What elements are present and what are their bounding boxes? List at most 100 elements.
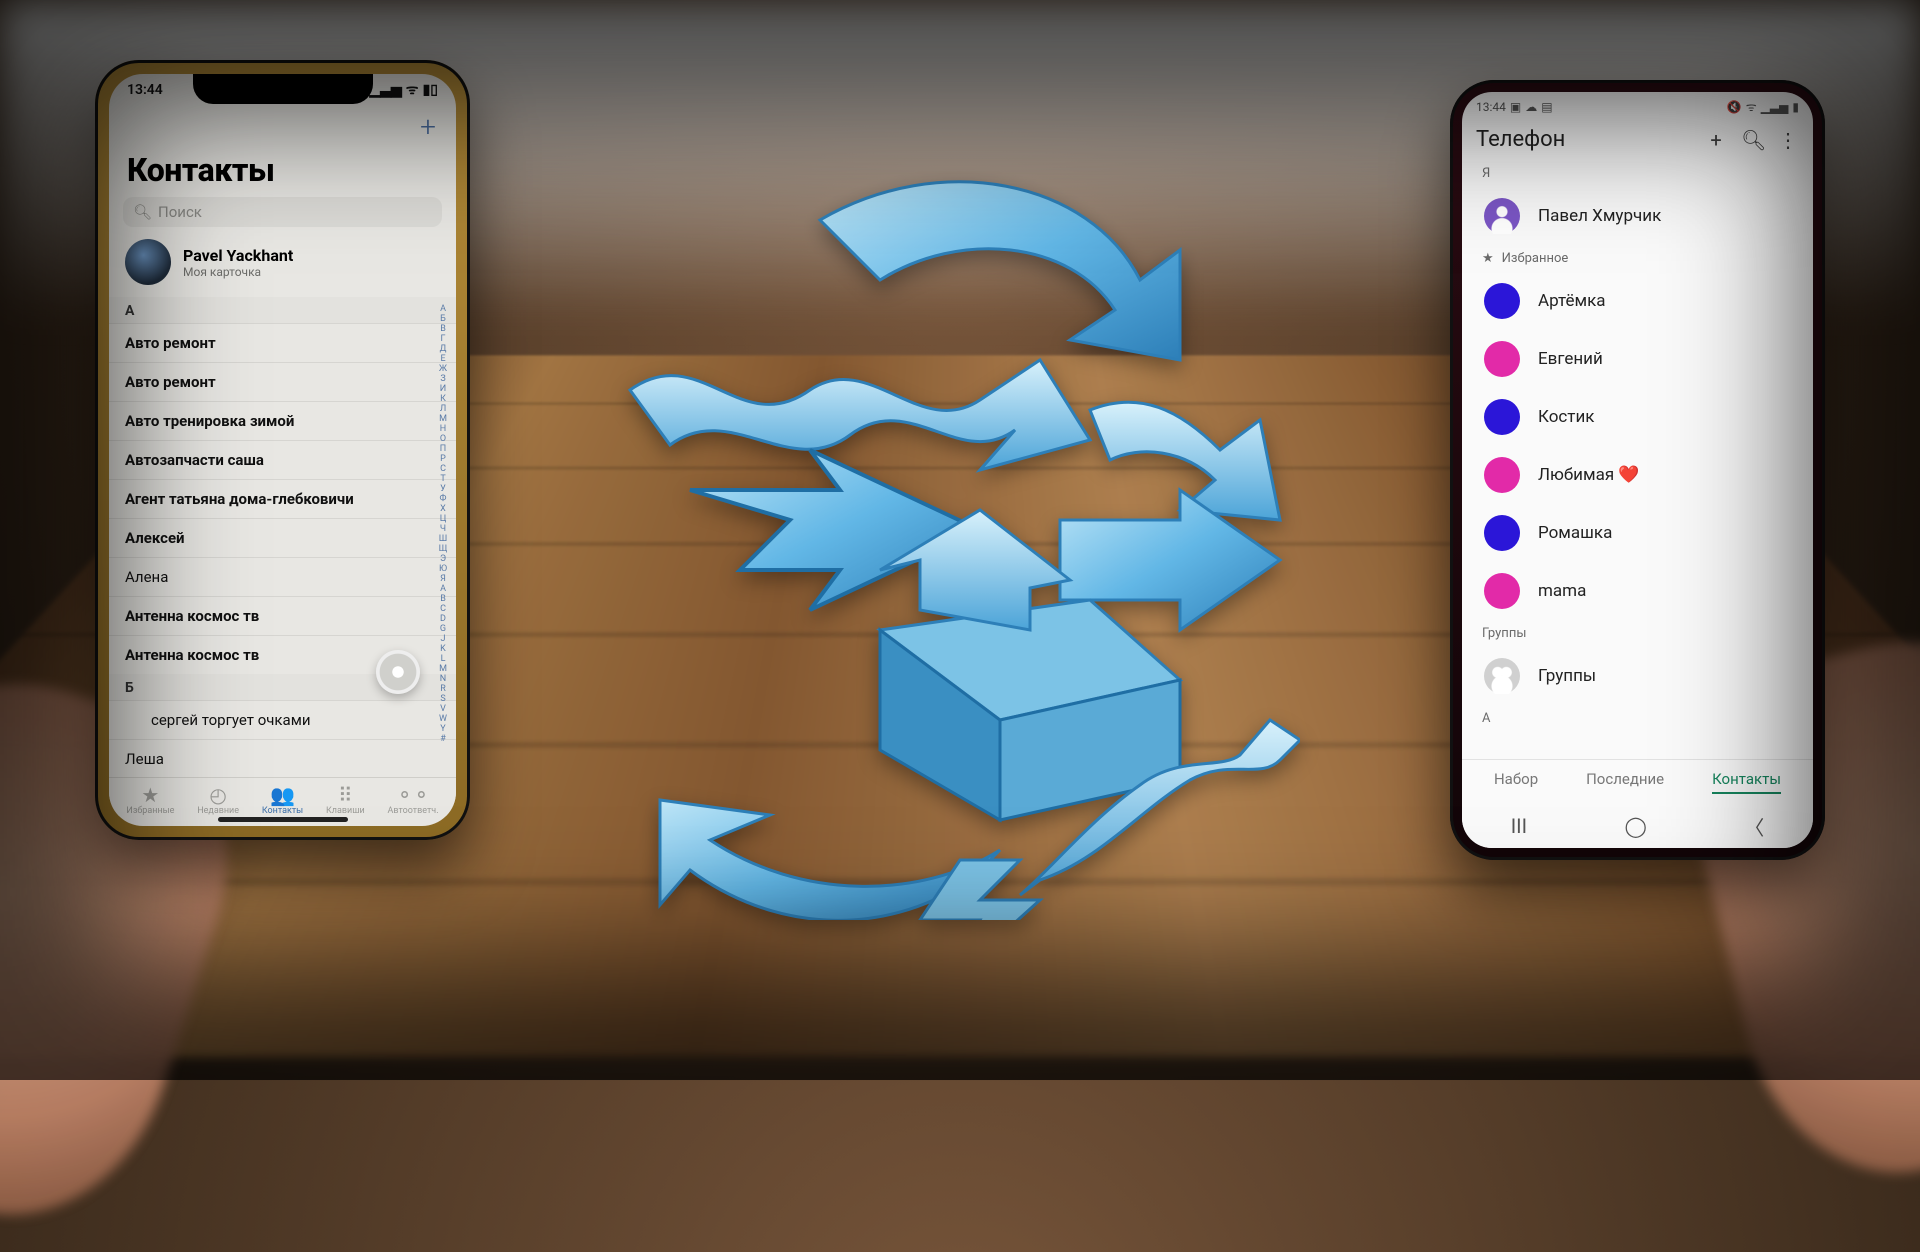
index-letter[interactable]: Э xyxy=(436,554,450,564)
add-contact-button[interactable]: + xyxy=(420,110,436,143)
index-letter[interactable]: Ч xyxy=(436,524,450,534)
tab-Автоответч.[interactable]: ⚬⚬Автоответч. xyxy=(388,784,439,816)
contact-row[interactable]: Алена xyxy=(109,557,456,596)
iphone-search-placeholder: Поиск xyxy=(158,203,202,221)
iphone-device: 13:44 ▁▃▅ ᯤ ▮▯ + Контакты 🔍︎ Поиск Pavel… xyxy=(95,60,470,840)
alphabet-index[interactable]: АБВГДЕЖЗИКЛМНОПРСТУФХЦЧШЩЭЮЯABCDGJKLMNRS… xyxy=(436,304,450,726)
recents-nav[interactable]: III xyxy=(1511,814,1527,838)
index-letter[interactable]: Щ xyxy=(436,544,450,554)
tab-Избранные[interactable]: ★Избранные xyxy=(126,784,174,816)
iphone-bottom-tabs: ★Избранные ◴Недавние 👥Контакты ⠿Клавиши ⚬⚬Ав… xyxy=(109,777,456,816)
iphone-home-indicator[interactable] xyxy=(218,817,348,822)
section-favorites: ★ Избранное xyxy=(1462,245,1813,272)
signal-icon: ▁▃▅ xyxy=(369,82,401,98)
index-letter[interactable]: А xyxy=(436,304,450,314)
index-letter[interactable]: Т xyxy=(436,474,450,484)
favorite-contact[interactable]: Костик xyxy=(1462,388,1813,446)
iphone-search-field[interactable]: 🔍︎ Поиск xyxy=(123,197,442,227)
contact-row[interactable]: сергей торгует очками xyxy=(109,700,456,739)
avatar xyxy=(125,239,171,285)
bottom-tab-Набор[interactable]: Набор xyxy=(1494,770,1538,794)
battery-icon: ▮▯ xyxy=(423,82,438,98)
index-letter[interactable]: О xyxy=(436,434,450,444)
tab-label: Автоответч. xyxy=(388,806,439,816)
iphone-page-title: Контакты xyxy=(109,99,456,197)
index-letter[interactable]: Я xyxy=(436,574,450,584)
index-letter[interactable]: L xyxy=(436,654,450,664)
tab-Недавние[interactable]: ◴Недавние xyxy=(197,784,239,816)
index-letter[interactable]: Б xyxy=(436,314,450,324)
back-nav[interactable]: 〈 xyxy=(1744,812,1764,841)
android-my-profile[interactable]: Павел Хмурчик xyxy=(1462,187,1813,245)
contact-row[interactable]: Агент татьяна дома-глебковичи xyxy=(109,479,456,518)
android-device: 13:44 ▣ ☁ ▤ 🔇 ᯤ ▁▃▅ ▮ Телефон + 🔍︎ ⋮ Я П… xyxy=(1450,80,1825,860)
tab-Клавиши[interactable]: ⠿Клавиши xyxy=(326,784,365,816)
index-letter[interactable]: Х xyxy=(436,504,450,514)
home-nav[interactable]: ◯ xyxy=(1624,814,1646,838)
index-letter[interactable]: V xyxy=(436,704,450,714)
favorite-contact[interactable]: Евгений xyxy=(1462,330,1813,388)
index-letter[interactable]: Д xyxy=(436,344,450,354)
index-letter[interactable]: Ж xyxy=(436,364,450,374)
contact-row[interactable]: Антенна космос тв xyxy=(109,596,456,635)
assistive-touch-button[interactable] xyxy=(376,650,420,694)
contact-row[interactable]: Алексей xyxy=(109,518,456,557)
favorite-contact[interactable]: mama xyxy=(1462,562,1813,620)
favorite-contact[interactable]: Ромашка xyxy=(1462,504,1813,562)
index-letter[interactable]: К xyxy=(436,394,450,404)
index-letter[interactable]: A xyxy=(436,584,450,594)
tab-Контакты[interactable]: 👥Контакты xyxy=(262,784,303,816)
tab-icon: 👥 xyxy=(262,784,303,806)
contact-name: Любимая ❤️ xyxy=(1538,465,1640,485)
android-status-time: 13:44 xyxy=(1476,100,1506,114)
contact-row[interactable]: Авто ремонт xyxy=(109,323,456,362)
index-letter[interactable]: C xyxy=(436,604,450,614)
index-letter[interactable]: S xyxy=(436,694,450,704)
favorite-contact[interactable]: Любимая ❤️ xyxy=(1462,446,1813,504)
index-letter[interactable]: Е xyxy=(436,354,450,364)
index-letter[interactable]: G xyxy=(436,624,450,634)
index-letter[interactable]: Y xyxy=(436,724,450,734)
index-letter[interactable]: Н xyxy=(436,424,450,434)
index-letter[interactable]: # xyxy=(436,734,450,744)
index-letter[interactable]: И xyxy=(436,384,450,394)
index-letter[interactable]: С xyxy=(436,464,450,474)
bottom-tab-Последние[interactable]: Последние xyxy=(1586,770,1664,794)
add-button[interactable]: + xyxy=(1705,128,1727,152)
index-letter[interactable]: М xyxy=(436,414,450,424)
index-letter[interactable]: J xyxy=(436,634,450,644)
index-letter[interactable]: П xyxy=(436,444,450,454)
index-letter[interactable]: W xyxy=(436,714,450,724)
index-letter[interactable]: В xyxy=(436,324,450,334)
index-letter[interactable]: D xyxy=(436,614,450,624)
index-letter[interactable]: Г xyxy=(436,334,450,344)
bottom-tab-Контакты[interactable]: Контакты xyxy=(1712,770,1781,794)
index-letter[interactable]: R xyxy=(436,684,450,694)
index-letter[interactable]: У xyxy=(436,484,450,494)
index-letter[interactable]: Р xyxy=(436,454,450,464)
groups-row[interactable]: Группы xyxy=(1462,647,1813,705)
android-app-header: Телефон + 🔍︎ ⋮ xyxy=(1462,117,1813,160)
iphone-screen: 13:44 ▁▃▅ ᯤ ▮▯ + Контакты 🔍︎ Поиск Pavel… xyxy=(109,74,456,826)
contact-row[interactable]: Авто ремонт xyxy=(109,362,456,401)
mute-icon: 🔇 xyxy=(1727,100,1742,114)
index-letter[interactable]: M xyxy=(436,664,450,674)
more-button[interactable]: ⋮ xyxy=(1777,128,1799,152)
index-letter[interactable]: Л xyxy=(436,404,450,414)
index-letter[interactable]: З xyxy=(436,374,450,384)
android-favorites-list: АртёмкаЕвгенийКостик Любимая ❤️ Ромашкаmam… xyxy=(1462,272,1813,620)
index-letter[interactable]: B xyxy=(436,594,450,604)
section-groups: Группы xyxy=(1462,620,1813,647)
favorite-contact[interactable]: Артёмка xyxy=(1462,272,1813,330)
contact-row[interactable]: Авто тренировка зимой xyxy=(109,401,456,440)
index-letter[interactable]: Ю xyxy=(436,564,450,574)
index-letter[interactable]: Ф xyxy=(436,494,450,504)
index-letter[interactable]: K xyxy=(436,644,450,654)
contact-row[interactable]: Автозапчасти саша xyxy=(109,440,456,479)
index-letter[interactable]: N xyxy=(436,674,450,684)
index-letter[interactable]: Ш xyxy=(436,534,450,544)
index-letter[interactable]: Ц xyxy=(436,514,450,524)
iphone-my-card[interactable]: Pavel Yackhant Моя карточка xyxy=(109,227,456,297)
search-button[interactable]: 🔍︎ xyxy=(1741,128,1763,152)
contact-row[interactable]: Леша xyxy=(109,739,456,778)
